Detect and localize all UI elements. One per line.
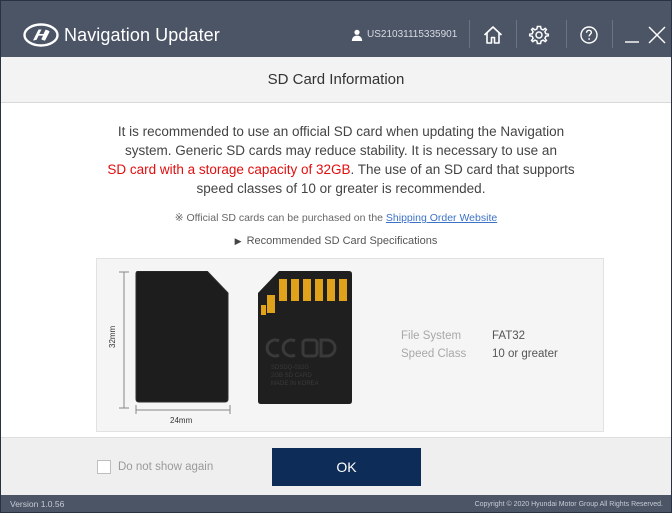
spec-toggle-label: Recommended SD Card Specifications (246, 235, 438, 247)
card-back-text: MADE IN KOREA (271, 381, 319, 387)
card-back-text: SDSDQ-032G (271, 365, 309, 371)
width-dimension-line (135, 405, 231, 414)
message-line: system. Generic SD cards may reduce stab… (125, 143, 557, 158)
expand-triangle-icon: ▶ (234, 236, 242, 246)
do-not-show-label[interactable]: Do not show again (118, 459, 213, 475)
do-not-show-checkbox[interactable] (97, 460, 111, 474)
height-label: 32mm (108, 325, 117, 348)
sd-card-spec-box: 32mm 24mm SDSDQ-032G 2GB SD CARD MADE IN… (96, 258, 604, 432)
spec-toggle[interactable]: ▶ Recommended SD Card Specifications (1, 234, 671, 249)
minimize-icon[interactable] (620, 23, 644, 47)
recommendation-message: It is recommended to use an official SD … (93, 122, 589, 198)
shipping-order-link[interactable]: Shipping Order Website (386, 212, 497, 224)
speed-class-label: Speed Class (401, 348, 467, 360)
status-bar: Version 1.0.56 Copyright © 2020 Hyundai … (1, 495, 671, 512)
user-id: US21031115335901 (367, 29, 458, 40)
title-separator (516, 20, 517, 48)
title-separator (612, 20, 613, 48)
help-icon[interactable] (577, 23, 601, 47)
home-icon[interactable] (481, 23, 505, 47)
version-text: Version 1.0.56 (10, 499, 65, 509)
hyundai-logo (23, 23, 59, 47)
capacity-highlight: SD card with a storage capacity of 32GB (107, 162, 351, 177)
title-bar: Navigation Updater US21031115335901 (1, 1, 671, 57)
official-note-text: ※ Official SD cards can be purchased on … (174, 212, 386, 224)
height-dimension-line (119, 271, 129, 409)
sd-card-front (135, 271, 229, 403)
gear-icon[interactable] (527, 23, 551, 47)
message-line: speed classes of 10 or greater is recomm… (196, 181, 486, 196)
title-separator (469, 20, 470, 48)
official-sd-note: ※ Official SD cards can be purchased on … (1, 211, 671, 225)
navigation-updater-window: Navigation Updater US21031115335901 SD C… (0, 0, 672, 513)
app-title: Navigation Updater (64, 25, 220, 45)
card-back-text: 2GB SD CARD (271, 373, 312, 379)
copyright-text: Copyright © 2020 Hyundai Motor Group All… (474, 501, 663, 508)
title-separator (566, 20, 567, 48)
file-system-label: File System (401, 330, 462, 342)
section-title: SD Card Information (267, 71, 405, 88)
message-line: It is recommended to use an official SD … (117, 124, 565, 139)
speed-class-value: 10 or greater (492, 348, 558, 360)
file-system-value: FAT32 (492, 330, 526, 342)
width-label: 24mm (170, 416, 193, 425)
message-line-rest: . The use of an SD card that supports (350, 162, 575, 177)
message-line: SD card with a storage capacity of 32GB.… (93, 160, 589, 179)
section-header: SD Card Information (1, 57, 671, 103)
ok-button[interactable]: OK (272, 448, 421, 486)
sd-card-back: SDSDQ-032G 2GB SD CARD MADE IN KOREA (258, 271, 352, 404)
close-icon[interactable] (645, 23, 669, 47)
user-icon (351, 29, 363, 41)
